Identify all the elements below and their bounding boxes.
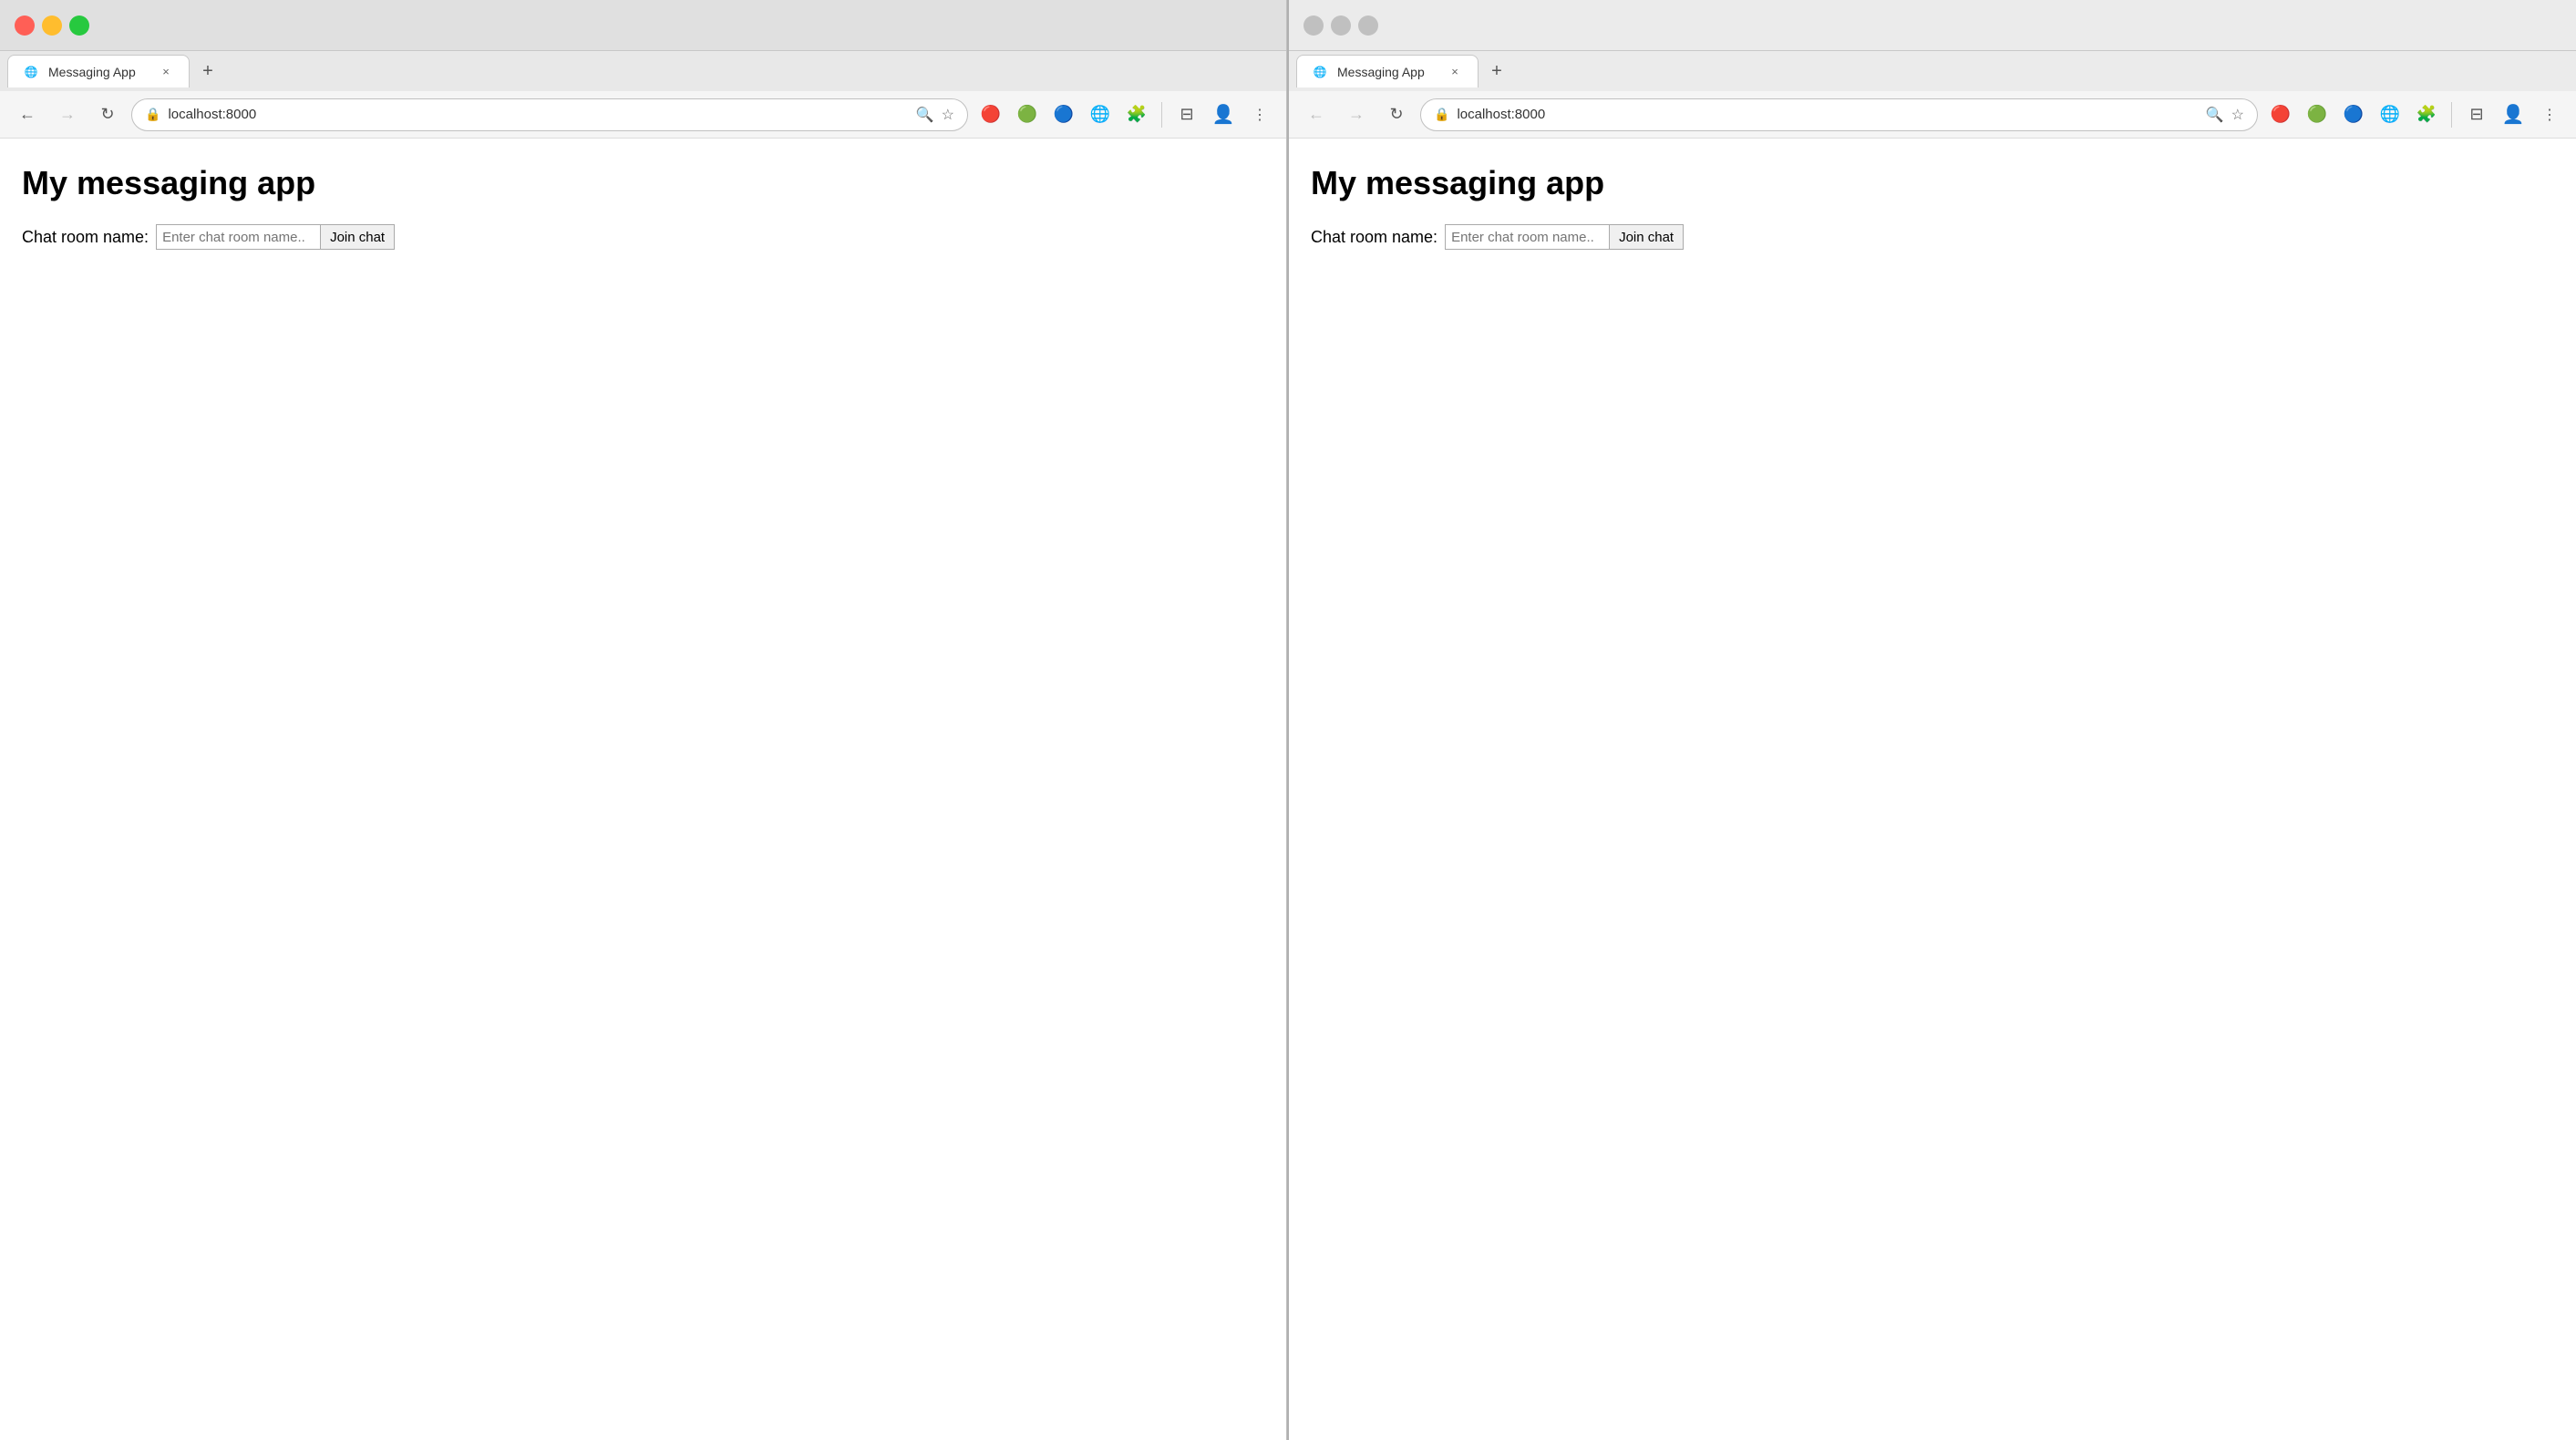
right-toolbar-icon-4[interactable]: 🌐 — [2375, 99, 2406, 130]
right-toolbar-icon-2[interactable]: 🟢 — [2302, 99, 2333, 130]
left-sidebar-toggle-button[interactable]: ⊟ — [1171, 99, 1202, 130]
right-address-url: localhost:8000 — [1457, 107, 2198, 122]
right-new-tab-button[interactable]: + — [1482, 57, 1511, 86]
right-page-content: My messaging app Chat room name: Join ch… — [1289, 139, 2576, 1440]
right-avatar-button[interactable]: 👤 — [2498, 99, 2529, 130]
left-toolbar-icon-1[interactable]: 🔴 — [975, 99, 1006, 130]
left-chat-room-label: Chat room name: — [22, 228, 149, 247]
left-address-bar[interactable]: 🔒 localhost:8000 🔍 ☆ — [131, 98, 968, 131]
left-close-button[interactable] — [15, 15, 35, 36]
left-browser-tab[interactable]: 🌐 Messaging App × — [7, 55, 190, 87]
right-browser-window: 🌐 Messaging App × + ← → ↻ 🔒 localhost:80… — [1289, 0, 2576, 1440]
left-chat-join-form: Chat room name: Join chat — [22, 224, 1264, 250]
right-toolbar-icons: 🔴 🟢 🔵 🌐 🧩 ⊟ 👤 ⋮ — [2265, 99, 2565, 130]
right-page-title: My messaging app — [1311, 164, 2554, 202]
right-address-star-icon: ☆ — [2231, 106, 2244, 124]
left-back-button[interactable]: ← — [11, 98, 44, 131]
right-join-chat-button[interactable]: Join chat — [1609, 224, 1684, 250]
left-tab-bar: 🌐 Messaging App × + — [0, 51, 1286, 91]
left-chat-room-input[interactable] — [156, 224, 320, 250]
right-toolbar-icon-1[interactable]: 🔴 — [2265, 99, 2296, 130]
right-reload-button[interactable]: ↻ — [1380, 98, 1413, 131]
left-toolbar-icons: 🔴 🟢 🔵 🌐 🧩 ⊟ 👤 ⋮ — [975, 99, 1275, 130]
left-menu-button[interactable]: ⋮ — [1244, 99, 1275, 130]
left-reload-button[interactable]: ↻ — [91, 98, 124, 131]
left-new-tab-button[interactable]: + — [193, 57, 222, 86]
right-minimize-button[interactable] — [1331, 15, 1351, 36]
right-tab-title: Messaging App — [1337, 65, 1437, 79]
right-browser-tab[interactable]: 🌐 Messaging App × — [1296, 55, 1479, 87]
right-window-controls — [1303, 15, 1378, 36]
right-chat-join-form: Chat room name: Join chat — [1311, 224, 2554, 250]
left-minimize-button[interactable] — [42, 15, 62, 36]
right-chat-room-input[interactable] — [1445, 224, 1609, 250]
left-window-controls — [15, 15, 89, 36]
left-address-url: localhost:8000 — [168, 107, 908, 122]
right-sidebar-toggle-button[interactable]: ⊟ — [2461, 99, 2492, 130]
right-chat-room-label: Chat room name: — [1311, 228, 1437, 247]
right-address-search-icon: 🔍 — [2206, 106, 2224, 124]
left-address-star-icon: ☆ — [942, 106, 954, 124]
left-address-lock-icon: 🔒 — [145, 107, 160, 122]
right-close-button[interactable] — [1303, 15, 1324, 36]
left-toolbar-divider — [1161, 102, 1162, 128]
right-tab-bar: 🌐 Messaging App × + — [1289, 51, 2576, 91]
right-forward-button[interactable]: → — [1340, 98, 1373, 131]
left-avatar-button[interactable]: 👤 — [1208, 99, 1239, 130]
left-forward-button[interactable]: → — [51, 98, 84, 131]
right-nav-bar: ← → ↻ 🔒 localhost:8000 🔍 ☆ 🔴 🟢 🔵 🌐 🧩 ⊟ 👤… — [1289, 91, 2576, 139]
left-tab-close-button[interactable]: × — [158, 64, 174, 80]
left-address-search-icon: 🔍 — [916, 106, 934, 124]
right-toolbar-icon-3[interactable]: 🔵 — [2338, 99, 2369, 130]
left-toolbar-icon-4[interactable]: 🌐 — [1085, 99, 1116, 130]
right-tab-close-button[interactable]: × — [1447, 64, 1463, 80]
right-tab-favicon: 🌐 — [1312, 64, 1328, 80]
left-page-title: My messaging app — [22, 164, 1264, 202]
right-toolbar-divider — [2451, 102, 2452, 128]
left-join-chat-button[interactable]: Join chat — [320, 224, 395, 250]
right-toolbar-icon-5[interactable]: 🧩 — [2411, 99, 2442, 130]
right-maximize-button[interactable] — [1358, 15, 1378, 36]
right-address-bar[interactable]: 🔒 localhost:8000 🔍 ☆ — [1420, 98, 2258, 131]
left-toolbar-icon-3[interactable]: 🔵 — [1048, 99, 1079, 130]
left-tab-title: Messaging App — [48, 65, 149, 79]
right-menu-button[interactable]: ⋮ — [2534, 99, 2565, 130]
right-back-button[interactable]: ← — [1300, 98, 1333, 131]
left-nav-bar: ← → ↻ 🔒 localhost:8000 🔍 ☆ 🔴 🟢 🔵 🌐 🧩 ⊟ 👤… — [0, 91, 1286, 139]
right-address-lock-icon: 🔒 — [1434, 107, 1449, 122]
left-maximize-button[interactable] — [69, 15, 89, 36]
left-tab-favicon: 🌐 — [23, 64, 39, 80]
left-page-content: My messaging app Chat room name: Join ch… — [0, 139, 1286, 1440]
left-title-bar — [0, 0, 1286, 51]
left-browser-window: 🌐 Messaging App × + ← → ↻ 🔒 localhost:80… — [0, 0, 1287, 1440]
left-toolbar-icon-2[interactable]: 🟢 — [1012, 99, 1043, 130]
left-toolbar-icon-5[interactable]: 🧩 — [1121, 99, 1152, 130]
right-title-bar — [1289, 0, 2576, 51]
